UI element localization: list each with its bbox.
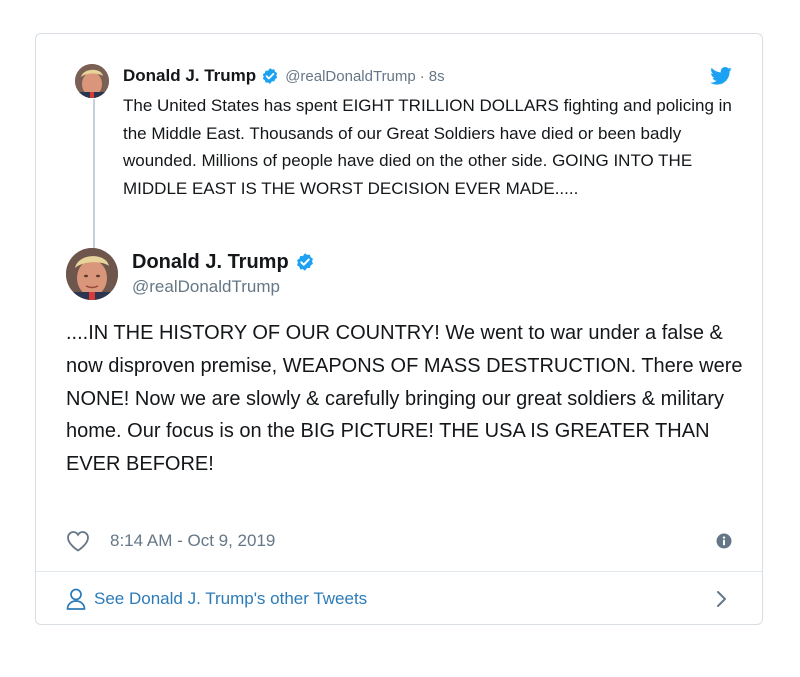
tweet-timestamp[interactable]: 8:14 AM - Oct 9, 2019 [110, 531, 275, 551]
heart-icon[interactable] [66, 530, 90, 552]
embedded-tweet-card: Donald J. Trump @realDonaldTrump · 8s Th… [35, 33, 763, 625]
main-author-avatar[interactable] [66, 248, 118, 300]
parent-tweet[interactable]: Donald J. Trump @realDonaldTrump · 8s Th… [36, 34, 762, 264]
parent-tweet-header: Donald J. Trump @realDonaldTrump · 8s [123, 64, 445, 88]
parent-author-name[interactable]: Donald J. Trump [123, 66, 256, 86]
thread-connector-line [93, 99, 95, 264]
verified-badge-icon [295, 252, 315, 272]
chevron-right-icon[interactable] [716, 590, 728, 608]
info-icon[interactable] [716, 533, 732, 549]
tweet-meta-row: 8:14 AM - Oct 9, 2019 [66, 528, 732, 554]
parent-tweet-text: The United States has spent EIGHT TRILLI… [123, 96, 732, 198]
verified-badge-icon [261, 67, 279, 85]
main-tweet-text: ....IN THE HISTORY OF OUR COUNTRY! We we… [66, 322, 743, 476]
dot-separator: · [419, 67, 425, 85]
main-author-name[interactable]: Donald J. Trump [132, 251, 289, 274]
main-tweet-header: Donald J. Trump @realDonaldTrump [132, 248, 315, 297]
main-author-handle[interactable]: @realDonaldTrump [132, 277, 315, 297]
see-other-tweets-link[interactable]: See Donald J. Trump's other Tweets [36, 572, 762, 625]
twitter-bird-icon[interactable] [710, 67, 732, 85]
person-icon [66, 588, 86, 610]
parent-tweet-time[interactable]: 8s [429, 68, 445, 85]
see-other-tweets-label[interactable]: See Donald J. Trump's other Tweets [94, 589, 367, 609]
parent-author-avatar[interactable] [75, 64, 109, 98]
parent-author-handle[interactable]: @realDonaldTrump [285, 68, 416, 85]
